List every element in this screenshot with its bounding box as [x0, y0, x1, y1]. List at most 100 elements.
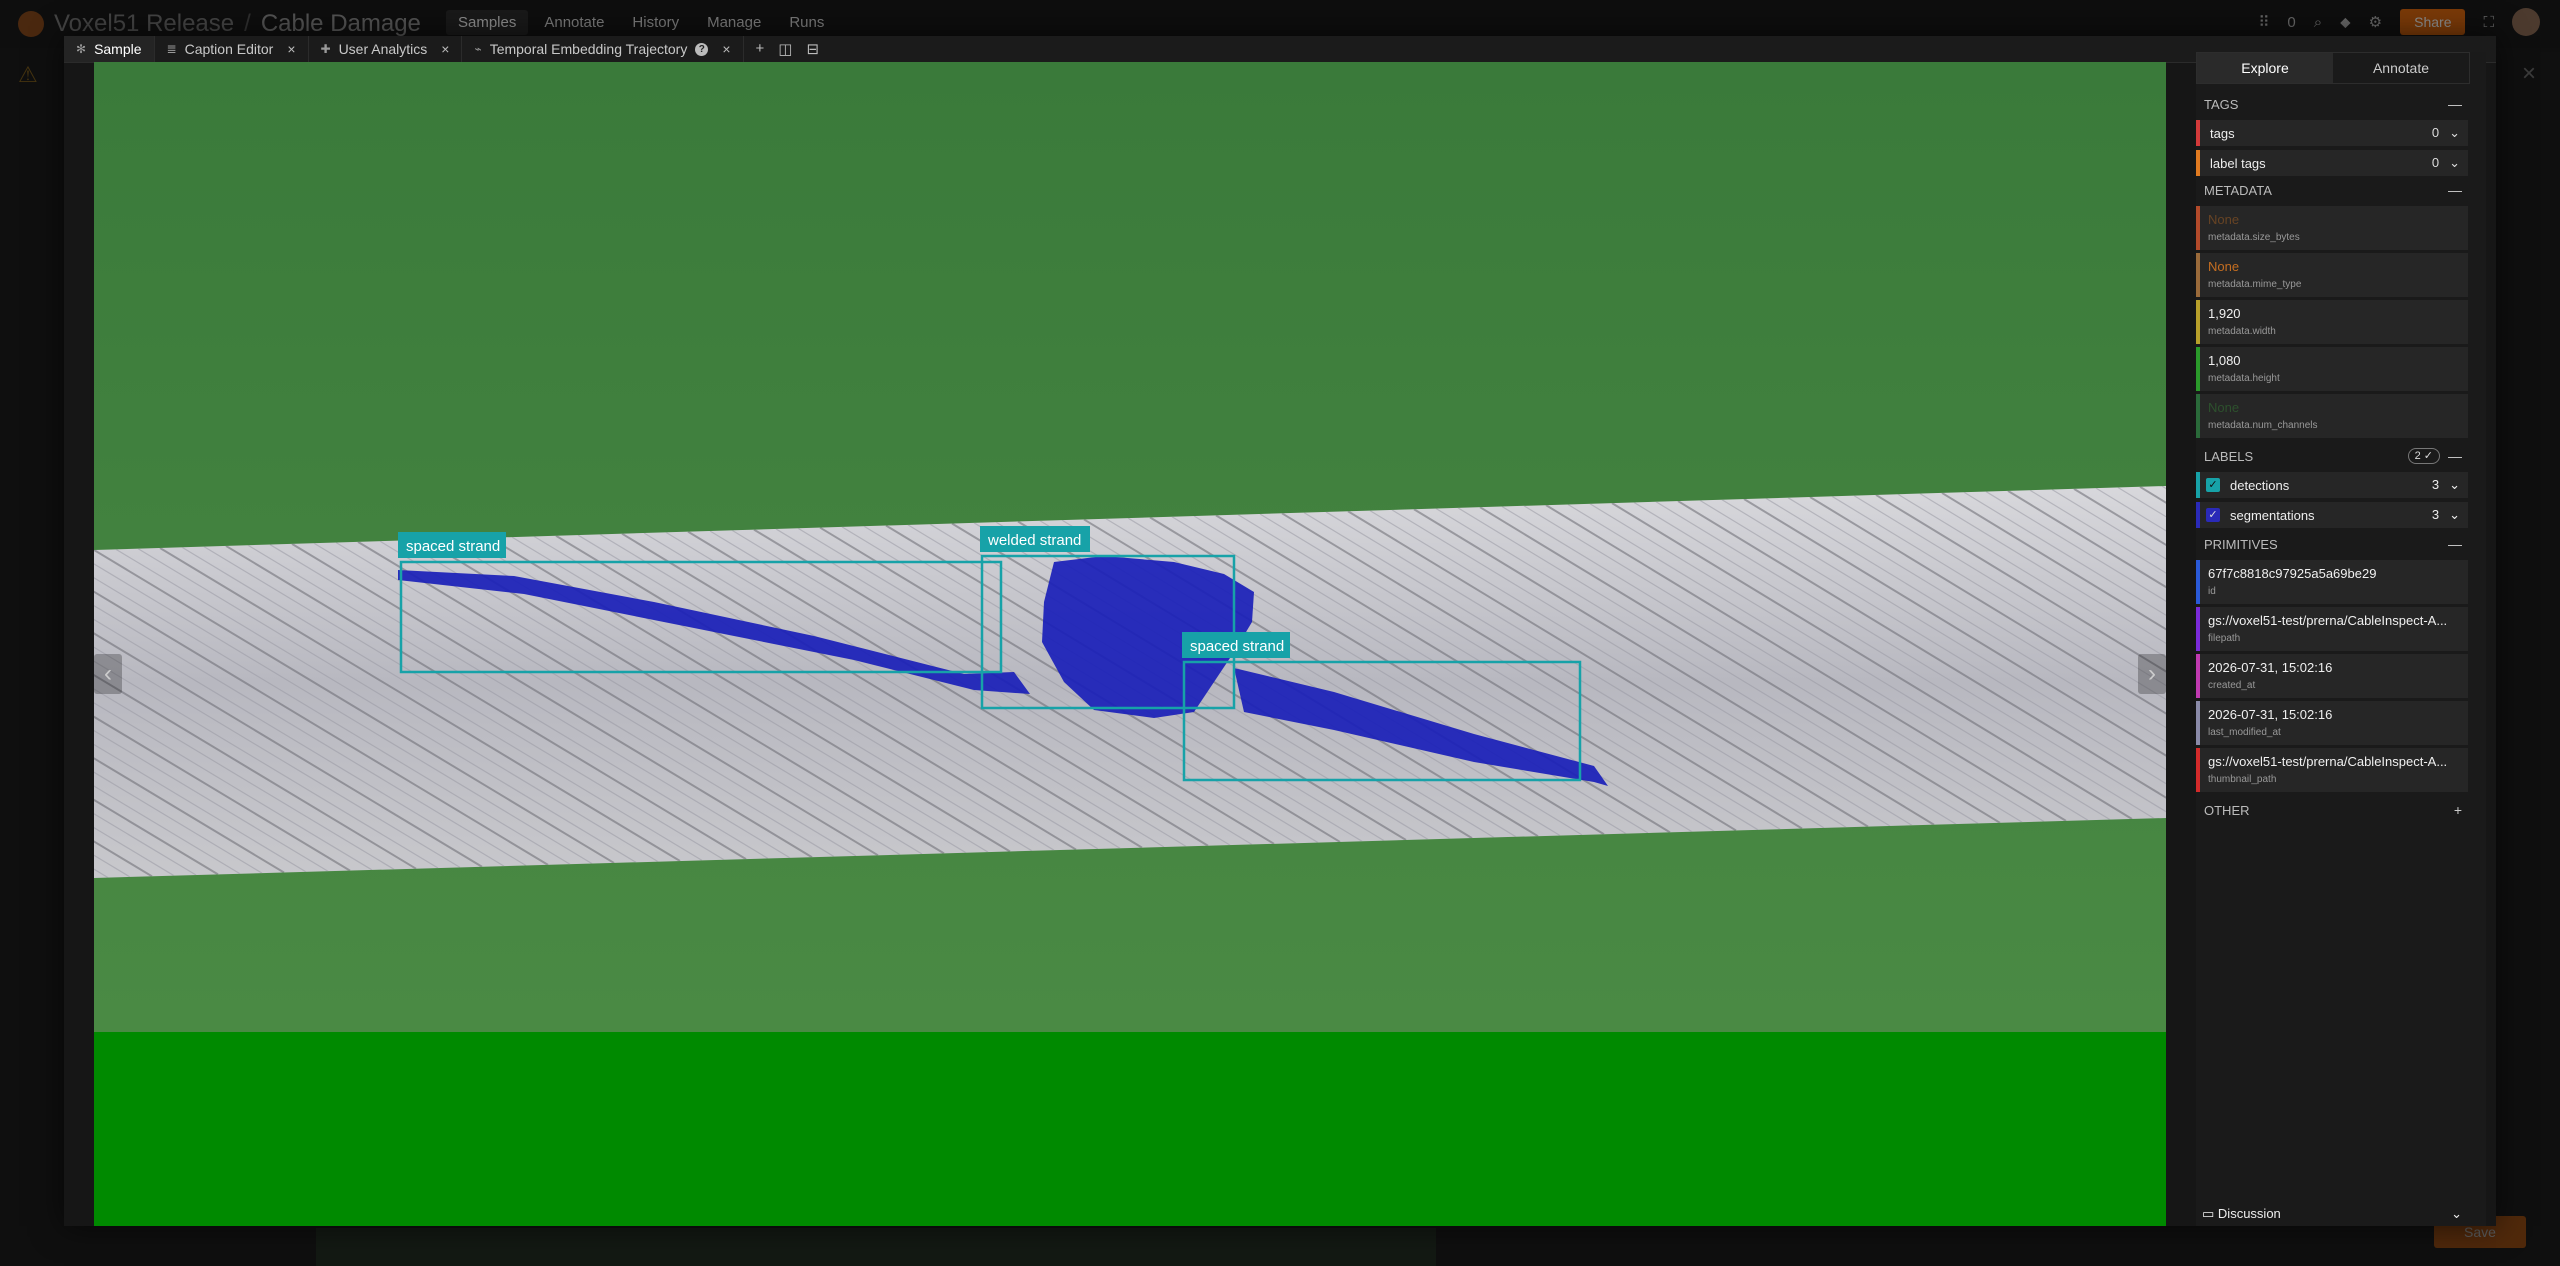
- checkbox[interactable]: ✓: [2206, 478, 2220, 492]
- checkbox[interactable]: ✓: [2206, 508, 2220, 522]
- row-label: detections: [2230, 477, 2290, 493]
- detection-label: welded strand: [987, 532, 1081, 549]
- color-bar: [2196, 150, 2200, 176]
- chevron-down-icon[interactable]: ⌄: [2449, 507, 2460, 523]
- field-key: metadata.mime_type: [2208, 279, 2302, 290]
- close-icon[interactable]: ×: [287, 41, 295, 57]
- metadata-size-bytes: None metadata.size_bytes: [2196, 206, 2468, 250]
- row-label: segmentations: [2230, 507, 2315, 523]
- primitive-id: 67f7c8818c97925a5a69be29 id: [2196, 560, 2468, 604]
- tab-tools: + ◫ ⊟: [744, 40, 820, 58]
- detection-label: spaced strand: [406, 538, 500, 555]
- field-key: created_at: [2208, 680, 2256, 691]
- primitives-section-header[interactable]: PRIMITIVES —: [2196, 532, 2468, 556]
- field-value: 2026-07-31, 15:02:16: [2208, 707, 2333, 722]
- field-value: 67f7c8818c97925a5a69be29: [2208, 566, 2377, 581]
- modal-tabbar: ✻ Sample ≣ Caption Editor × ✚ User Analy…: [64, 36, 2496, 63]
- field-value: 1,080: [2208, 353, 2241, 368]
- row-count: 0: [2431, 155, 2440, 170]
- field-value: None: [2208, 212, 2240, 227]
- primitive-last-modified-at: 2026-07-31, 15:02:16 last_modified_at: [2196, 701, 2468, 745]
- puzzle-icon: ✚: [320, 42, 331, 56]
- chevron-down-icon[interactable]: ⌄: [2449, 155, 2460, 171]
- tags-section-header[interactable]: TAGS —: [2196, 92, 2468, 116]
- discussion-label: Discussion: [2217, 1206, 2281, 1221]
- split-horizontal-icon[interactable]: ◫: [778, 40, 792, 58]
- chevron-down-icon[interactable]: ⌄: [2449, 125, 2460, 141]
- field-key: thumbnail_path: [2208, 774, 2277, 785]
- sample-image[interactable]: spaced strand welded strand spaced stran…: [94, 62, 2166, 1226]
- tab-explore[interactable]: Explore: [2197, 53, 2333, 83]
- sample-sidebar: Explore Annotate TAGS — tags 0 ⌄ label ta…: [2196, 52, 2486, 1226]
- section-title: METADATA: [2204, 182, 2272, 198]
- tab-user-analytics[interactable]: ✚ User Analytics ×: [309, 36, 463, 62]
- tab-annotate[interactable]: Annotate: [2333, 53, 2469, 83]
- collapse-icon[interactable]: —: [2448, 448, 2462, 464]
- primitive-created-at: 2026-07-31, 15:02:16 created_at: [2196, 654, 2468, 698]
- green-bottom-band: [94, 1032, 2166, 1226]
- collapse-icon[interactable]: —: [2448, 536, 2468, 552]
- metadata-section-header[interactable]: METADATA —: [2196, 178, 2468, 202]
- field-value: None: [2208, 400, 2240, 415]
- tab-label: Sample: [94, 41, 142, 57]
- other-section-header[interactable]: OTHER +: [2196, 798, 2468, 822]
- help-icon[interactable]: ?: [695, 42, 709, 56]
- row-count: 3: [2431, 477, 2440, 492]
- collapse-icon[interactable]: —: [2448, 182, 2468, 198]
- tab-label: Temporal Embedding Trajectory: [489, 41, 688, 57]
- sidebar-item-label-tags[interactable]: label tags 0 ⌄: [2196, 150, 2468, 176]
- field-key: metadata.width: [2208, 326, 2276, 337]
- field-value: gs://voxel51-test/prerna/CableInspect-A.…: [2208, 613, 2448, 628]
- metadata-mime-type: None metadata.mime_type: [2196, 253, 2468, 297]
- sidebar-item-tags[interactable]: tags 0 ⌄: [2196, 120, 2468, 146]
- sample-tab-icon: ✻: [76, 42, 87, 56]
- split-vertical-icon[interactable]: ⊟: [806, 40, 819, 58]
- metadata-width: 1,920 metadata.width: [2196, 300, 2468, 344]
- sidebar-item-detections[interactable]: ✓ detections 3 ⌄: [2196, 472, 2468, 498]
- discussion-panel[interactable]: ▭ Discussion ⌄: [2196, 1202, 2468, 1226]
- tab-caption-editor[interactable]: ≣ Caption Editor ×: [155, 36, 309, 62]
- tab-temporal-embedding-trajectory[interactable]: ⌁ Temporal Embedding Trajectory ? ×: [462, 36, 744, 62]
- section-title: OTHER: [2204, 802, 2250, 818]
- field-value: gs://voxel51-test/prerna/CableInspect-A.…: [2208, 754, 2448, 769]
- tab-sample[interactable]: ✻ Sample: [64, 36, 155, 62]
- section-title: TAGS: [2204, 96, 2239, 112]
- close-icon[interactable]: ×: [722, 41, 730, 57]
- close-icon[interactable]: ×: [441, 41, 449, 57]
- section-title: LABELS: [2204, 448, 2254, 464]
- trend-icon: ⌁: [474, 42, 482, 56]
- caption-editor-icon: ≣: [166, 42, 177, 56]
- expand-icon[interactable]: +: [2454, 802, 2468, 818]
- primitive-thumbnail-path: gs://voxel51-test/prerna/CableInspect-A.…: [2196, 748, 2468, 792]
- metadata-height: 1,080 metadata.height: [2196, 347, 2468, 391]
- row-count: 0: [2431, 125, 2440, 140]
- row-label: tags: [2210, 125, 2235, 141]
- comment-icon: ▭: [2202, 1206, 2215, 1221]
- field-key: metadata.num_channels: [2208, 420, 2318, 431]
- primitive-filepath: gs://voxel51-test/prerna/CableInspect-A.…: [2196, 607, 2468, 651]
- section-title: PRIMITIVES: [2204, 536, 2278, 552]
- field-key: last_modified_at: [2208, 727, 2281, 738]
- field-key: metadata.size_bytes: [2208, 232, 2300, 243]
- field-value: 1,920: [2208, 306, 2241, 321]
- chevron-down-icon[interactable]: ⌄: [2449, 477, 2460, 493]
- sidebar-item-segmentations[interactable]: ✓ segmentations 3 ⌄: [2196, 502, 2468, 528]
- field-key: metadata.height: [2208, 373, 2280, 384]
- add-tab-icon[interactable]: +: [756, 40, 765, 58]
- row-label: label tags: [2210, 155, 2266, 171]
- chevron-down-icon[interactable]: ⌄: [2451, 1206, 2468, 1222]
- labels-section-header[interactable]: LABELS 2 ✓ —: [2196, 444, 2468, 468]
- field-key: id: [2208, 586, 2216, 597]
- field-value: None: [2208, 259, 2240, 274]
- sample-modal: ✻ Sample ≣ Caption Editor × ✚ User Analy…: [64, 36, 2496, 1226]
- field-value: 2026-07-31, 15:02:16: [2208, 660, 2333, 675]
- tab-label: Caption Editor: [184, 41, 274, 57]
- row-count: 3: [2431, 507, 2440, 522]
- metadata-num-channels: None metadata.num_channels: [2196, 394, 2468, 438]
- previous-sample-icon[interactable]: ‹: [94, 654, 122, 694]
- sample-image-viewer[interactable]: spaced strand welded strand spaced stran…: [94, 62, 2166, 1226]
- labels-selected-badge[interactable]: 2 ✓: [2407, 448, 2440, 464]
- collapse-icon[interactable]: —: [2448, 96, 2468, 112]
- sidebar-tabs: Explore Annotate: [2196, 52, 2470, 84]
- next-sample-icon[interactable]: ›: [2138, 654, 2166, 694]
